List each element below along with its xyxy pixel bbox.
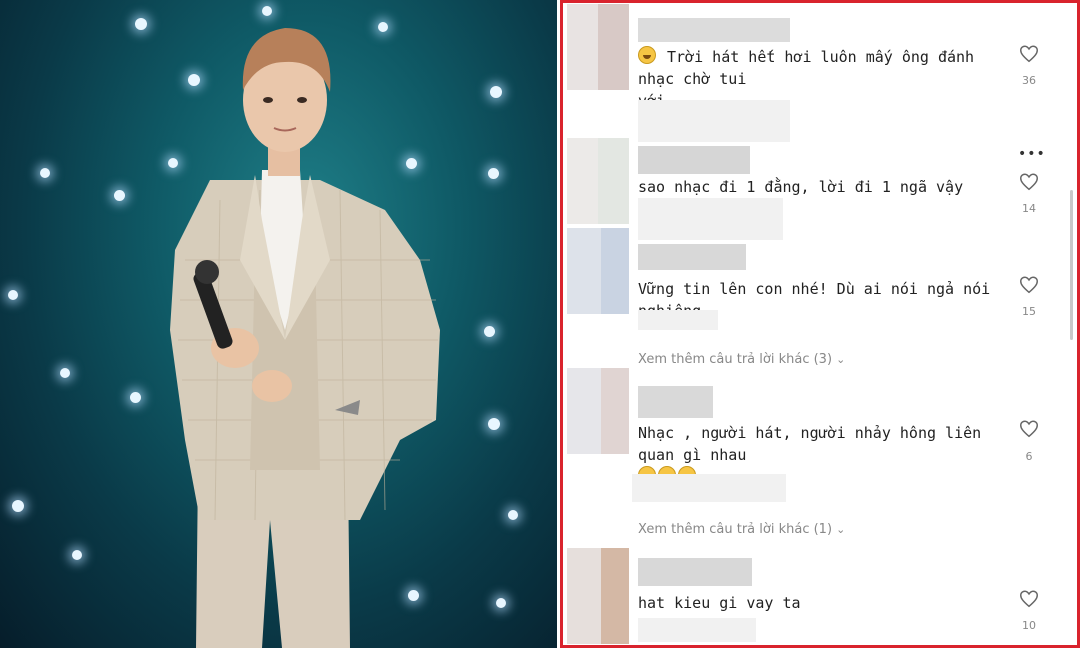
scrollbar[interactable] [1070, 190, 1073, 340]
comment-reply-meta [638, 100, 790, 142]
view-more-replies-link[interactable]: Xem thêm câu trả lời khác (3) ⌄ [638, 352, 845, 367]
view-more-replies-link[interactable]: Xem thêm câu trả lời khác (1) ⌄ [638, 522, 845, 537]
like-count: 10 [1022, 619, 1036, 632]
singer-photo [0, 0, 557, 648]
comment-avatar [567, 228, 629, 314]
chevron-down-icon: ⌄ [836, 523, 846, 536]
comment-avatar [567, 138, 629, 224]
more-options-icon[interactable]: ••• [1018, 146, 1046, 162]
like-count: 6 [1025, 450, 1033, 463]
like-count: 36 [1022, 74, 1036, 87]
comment-username [638, 558, 752, 586]
heart-icon[interactable] [1018, 171, 1040, 193]
heart-icon[interactable] [1018, 274, 1040, 296]
grinning-face-icon [638, 46, 656, 64]
comment-text: sao nhạc đi 1 đằng, lời đi 1 ngã vậy [638, 178, 964, 196]
chevron-down-icon: ⌄ [836, 353, 846, 366]
singer-figure [170, 28, 440, 648]
heart-icon[interactable] [1018, 588, 1040, 610]
comment-reply-meta [638, 198, 783, 240]
comment-text: hat kieu gi vay ta [638, 594, 801, 612]
comment-username [638, 146, 750, 174]
comment-reply-meta [638, 310, 718, 330]
comment-avatar [567, 368, 629, 454]
comment-username [638, 244, 746, 270]
heart-icon[interactable] [1018, 418, 1040, 440]
comment-reply-meta [632, 474, 786, 502]
comments-panel: Trời hát hết hơi luôn mấy ông đánh nhạc … [560, 0, 1080, 648]
comment-avatar [567, 4, 629, 90]
comment-avatar [567, 548, 629, 644]
comment-reply-meta [638, 618, 756, 642]
like-count: 14 [1022, 202, 1036, 215]
heart-icon[interactable] [1018, 43, 1040, 65]
comment-username [638, 18, 790, 42]
like-count: 15 [1022, 305, 1036, 318]
comment-username [638, 386, 713, 418]
